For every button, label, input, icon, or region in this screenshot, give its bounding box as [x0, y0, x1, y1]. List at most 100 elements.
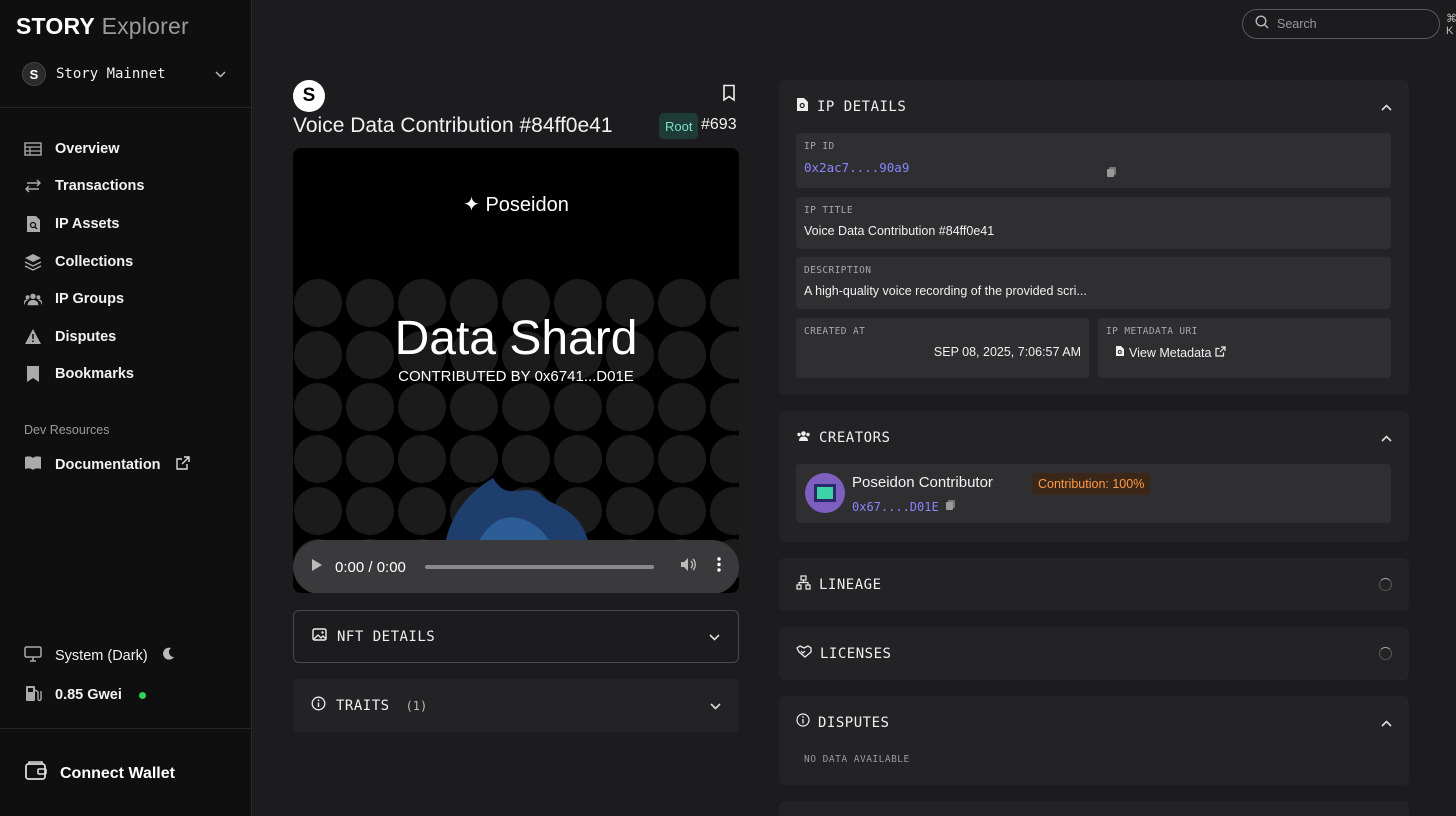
- creator-name: Poseidon Contributor: [852, 474, 993, 491]
- search-icon: [1255, 14, 1269, 34]
- nav-item-bookmarks[interactable]: Bookmarks: [24, 356, 234, 394]
- ip-title-value: Voice Data Contribution #84ff0e41: [804, 224, 995, 238]
- bookmark-icon: [722, 84, 736, 106]
- field-label: IP METADATA URI: [1106, 326, 1198, 337]
- chevron-down-icon: [215, 67, 226, 81]
- nav-label: IP Assets: [55, 215, 120, 232]
- nft-details-panel[interactable]: NFT DETAILS: [293, 610, 739, 663]
- media-brand: ✦ Poseidon: [463, 194, 569, 216]
- file-search-icon: [24, 215, 42, 233]
- bookmark-button[interactable]: [722, 84, 736, 107]
- creators-header[interactable]: CREATORS: [779, 411, 1409, 464]
- ip-details-header[interactable]: IP DETAILS: [779, 80, 1409, 133]
- info-icon: [796, 713, 810, 732]
- copy-icon[interactable]: [945, 499, 956, 514]
- wallet-icon: [24, 760, 48, 787]
- main-nav: Overview Transactions IP Assets Collecti…: [24, 130, 234, 393]
- network-name: Story Mainnet: [56, 66, 166, 82]
- search-input[interactable]: [1277, 17, 1438, 31]
- root-badge: Root: [659, 113, 699, 139]
- licenses-card: LICENSES: [779, 627, 1409, 680]
- chevron-up-icon: [1381, 714, 1392, 732]
- audio-progress[interactable]: [425, 565, 654, 569]
- audio-player[interactable]: 0:00 / 0:00: [293, 540, 739, 593]
- monitor-icon: [24, 646, 42, 666]
- creators-title: CREATORS: [819, 429, 891, 446]
- layers-icon: [24, 253, 42, 271]
- audio-time: 0:00 / 0:00: [335, 558, 406, 576]
- chevron-up-icon: [1381, 429, 1392, 447]
- theme-label: System (Dark): [55, 648, 148, 664]
- volume-icon[interactable]: [680, 557, 697, 577]
- nav-label: Overview: [55, 140, 120, 157]
- moon-icon: [161, 647, 175, 665]
- avatar: [805, 473, 845, 513]
- loading-spinner-icon: [1379, 578, 1392, 591]
- disputes-card: DISPUTES NO DATA AVAILABLE: [779, 696, 1409, 785]
- nav-item-ip-groups[interactable]: IP Groups: [24, 280, 234, 318]
- logo-light-text: Explorer: [101, 13, 189, 39]
- creators-card: CREATORS Poseidon Contributor Contributi…: [779, 411, 1409, 542]
- next-card-partial: [779, 801, 1409, 816]
- lineage-header[interactable]: LINEAGE: [779, 558, 1409, 611]
- file-icon: [1115, 345, 1125, 360]
- disputes-header[interactable]: DISPUTES: [779, 696, 1409, 749]
- nav-item-transactions[interactable]: Transactions: [24, 168, 234, 206]
- theme-toggle[interactable]: System (Dark): [24, 646, 175, 666]
- nav-item-disputes[interactable]: Disputes: [24, 318, 234, 356]
- field-label: DESCRIPTION: [804, 265, 872, 276]
- nav-label: Collections: [55, 253, 134, 270]
- ip-title-field: IP TITLE Voice Data Contribution #84ff0e…: [796, 197, 1391, 249]
- divider: [0, 728, 252, 729]
- traits-panel[interactable]: TRAITS (1): [293, 679, 739, 732]
- nav-item-overview[interactable]: Overview: [24, 130, 234, 168]
- creator-address-text: 0x67....D01E: [852, 499, 939, 514]
- gas-label: 0.85 Gwei: [55, 687, 122, 703]
- nav-label: Disputes: [55, 328, 117, 345]
- search-shortcut: ⌘ K: [1446, 12, 1456, 37]
- logo-bold-text: STORY: [16, 13, 95, 39]
- gas-price: 0.85 Gwei: [24, 684, 146, 706]
- field-label: IP ID: [804, 141, 835, 152]
- nft-details-title: NFT DETAILS: [337, 628, 436, 645]
- network-selector[interactable]: S Story Mainnet: [22, 61, 234, 87]
- created-at-field: CREATED AT SEP 08, 2025, 7:06:57 AM: [796, 318, 1089, 378]
- ip-id-link[interactable]: 0x2ac7....90a9: [804, 160, 1383, 175]
- handshake-icon: [796, 644, 812, 663]
- app-logo[interactable]: STORY Explorer: [16, 13, 189, 40]
- connect-wallet-button[interactable]: Connect Wallet: [24, 760, 175, 787]
- licenses-header[interactable]: LICENSES: [779, 627, 1409, 680]
- asset-media: ✦ Poseidon Data Shard CONTRIBUTED BY 0x6…: [293, 148, 739, 593]
- copy-icon[interactable]: [1106, 165, 1117, 183]
- search-bar[interactable]: ⌘ K: [1242, 9, 1456, 39]
- external-link-icon: [1215, 345, 1227, 360]
- nav-item-collections[interactable]: Collections: [24, 243, 234, 281]
- sidebar: STORY Explorer S Story Mainnet Overview …: [0, 0, 252, 816]
- asset-title: Voice Data Contribution #84ff0e41: [293, 114, 613, 137]
- media-subline: CONTRIBUTED BY 0x6741...D01E: [398, 368, 634, 385]
- media-headline: Data Shard: [394, 312, 638, 365]
- nav-label: IP Groups: [55, 291, 125, 308]
- external-link-icon: [175, 456, 190, 474]
- chevron-down-icon: [710, 697, 721, 715]
- creator-row[interactable]: Poseidon Contributor Contribution: 100% …: [796, 464, 1391, 523]
- created-at-value: SEP 08, 2025, 7:06:57 AM: [933, 345, 1081, 359]
- play-icon[interactable]: [311, 558, 323, 577]
- status-dot: [138, 691, 146, 699]
- licenses-title: LICENSES: [820, 645, 892, 662]
- users-icon: [24, 290, 42, 308]
- nav-item-documentation[interactable]: Documentation: [24, 455, 190, 475]
- traits-title: TRAITS: [336, 697, 390, 714]
- lineage-card: LINEAGE: [779, 558, 1409, 611]
- more-vertical-icon[interactable]: [717, 557, 721, 577]
- dev-resources-label: Dev Resources: [24, 423, 110, 437]
- creator-address[interactable]: 0x67....D01E: [852, 499, 956, 514]
- disputes-title: DISPUTES: [818, 714, 890, 731]
- view-metadata-link[interactable]: View Metadata: [1115, 345, 1383, 360]
- image-icon: [312, 627, 327, 646]
- field-label: CREATED AT: [804, 326, 866, 337]
- token-id: #693: [701, 116, 737, 133]
- gas-pump-icon: [24, 684, 42, 706]
- nav-item-ip-assets[interactable]: IP Assets: [24, 205, 234, 243]
- network-icon: S: [22, 62, 46, 86]
